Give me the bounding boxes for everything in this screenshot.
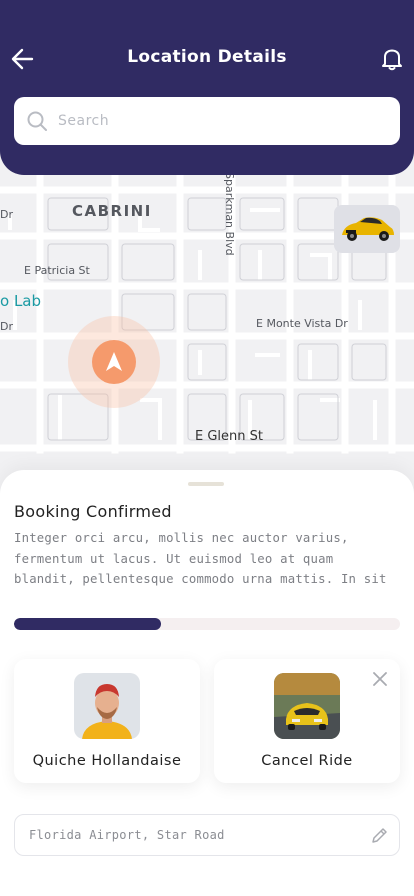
sheet-drag-handle[interactable] [188,482,224,486]
destination-address: Florida Airport, Star Road [29,828,225,842]
bell-icon [382,49,402,71]
booking-description: Integer orci arcu, mollis nec auctor var… [14,531,387,586]
booking-progress-fill [14,618,161,630]
notification-button[interactable] [378,45,406,73]
cancel-ride-label: Cancel Ride [261,753,353,769]
booking-title: Booking Confirmed [14,502,172,521]
destination-field[interactable]: Florida Airport, Star Road [14,814,400,856]
page-title: Location Details [127,47,287,67]
map-label-patricia: E Patricia St [24,264,90,277]
close-icon [373,672,387,686]
pencil-icon [372,828,387,843]
map-label-glenn: E Glenn St [195,429,263,444]
map-label-neighborhood: CABRINI [72,202,152,220]
app-header: Location Details [0,0,414,175]
driver-card[interactable]: Quiche Hollandaise [14,659,200,783]
driver-avatar [74,673,140,739]
map-label-dr-mid: Dr [0,320,13,333]
cancel-ride-card[interactable]: Cancel Ride [214,659,400,783]
map-label-sparkman: Sparkman Blvd [223,172,236,256]
search-icon [27,111,47,131]
edit-address-button[interactable] [369,826,389,846]
car-photo [274,673,340,739]
map-label-poi-lab: o Lab [0,292,42,310]
map-label-dr-top: Dr [0,208,13,221]
driver-name: Quiche Hollandaise [32,753,182,769]
current-location-marker[interactable] [68,316,160,408]
map-label-monte-vista: E Monte Vista Dr [256,317,348,330]
search-input[interactable] [58,107,388,135]
booking-sheet: Booking Confirmed Integer orci arcu, mol… [0,470,414,896]
close-button[interactable] [370,669,390,689]
search-bar[interactable] [14,97,400,145]
car-icon [342,217,394,241]
booking-progress-bar [14,618,400,630]
navigation-arrow-icon [106,352,122,371]
car-marker[interactable] [334,205,400,253]
